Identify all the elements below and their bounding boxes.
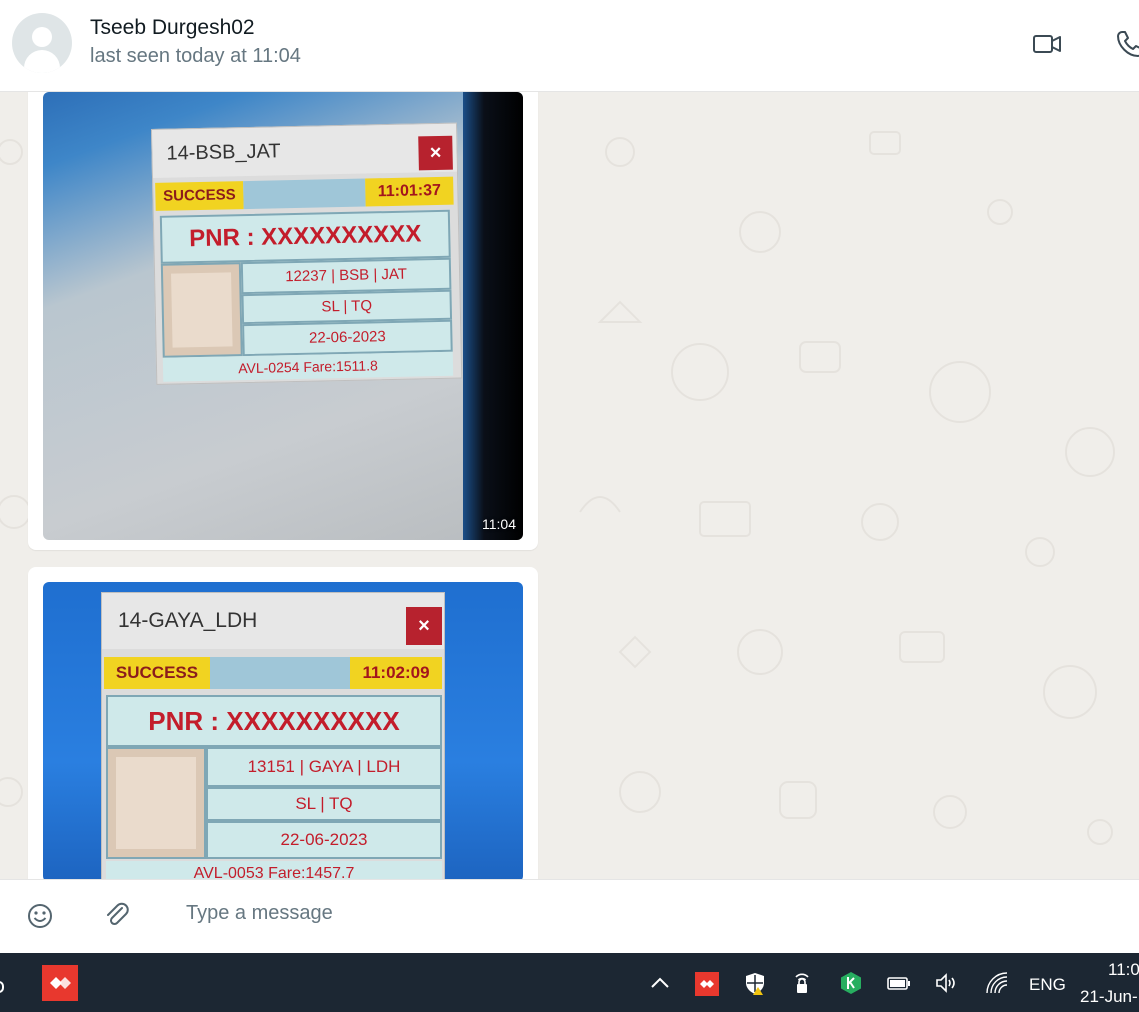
ticket-class-quota: SL | TQ <box>241 289 453 325</box>
attach-icon[interactable] <box>104 902 132 930</box>
language-indicator[interactable]: ENG <box>1029 975 1066 995</box>
ticket-window-title: 14-BSB_JAT <box>152 123 457 178</box>
anydesk-tray-icon[interactable] <box>695 972 719 996</box>
message-timestamp: 11:04 <box>482 516 516 532</box>
avatar-head <box>32 27 52 47</box>
ticket-date: 22-06-2023 <box>242 319 453 357</box>
image-message[interactable]: 14-BSB_JAT × SUCCESS 11:01:37 PNR : XXXX… <box>28 92 538 550</box>
ticket-route: 12237 | BSB | JAT <box>240 257 452 295</box>
anydesk-app-icon[interactable] <box>42 965 78 1001</box>
battery-icon[interactable] <box>887 971 911 995</box>
ticket-time: 11:02:09 <box>350 657 442 689</box>
ticket-fare: AVL-0254 Fare:1511.8 <box>162 351 454 382</box>
wifi-icon[interactable] <box>985 971 1009 995</box>
emoji-icon[interactable] <box>26 902 54 930</box>
ticket-pnr: PNR : XXXXXXXXXX <box>159 209 451 264</box>
image-message[interactable]: 14-GAYA_LDH × SUCCESS 11:02:09 PNR : XXX… <box>28 567 538 879</box>
ticket-close-button: × <box>406 607 442 645</box>
ticket-time: 11:01:37 <box>365 176 454 207</box>
monitor-edge <box>463 92 523 540</box>
contact-name[interactable]: Tseeb Durgesh02 <box>90 16 255 40</box>
voice-call-icon[interactable] <box>1114 28 1139 60</box>
anydesk-logo-icon <box>50 977 71 989</box>
ticket-window: 14-BSB_JAT × SUCCESS 11:01:37 PNR : XXXX… <box>151 122 463 385</box>
ticket-status: SUCCESS <box>155 181 244 211</box>
chat-area[interactable]: 14-BSB_JAT × SUCCESS 11:01:37 PNR : XXXX… <box>0 92 1139 879</box>
security-shield-icon[interactable] <box>743 971 767 995</box>
contact-status: last seen today at 11:04 <box>90 45 301 67</box>
taskbar-edge-icon[interactable] <box>0 981 4 993</box>
ticket-passenger-photo <box>106 747 206 859</box>
vpn-lock-icon[interactable] <box>790 971 814 995</box>
volume-icon[interactable] <box>934 971 958 995</box>
video-call-icon[interactable] <box>1031 28 1063 60</box>
taskbar-clock-time[interactable]: 11:0 <box>1108 960 1139 980</box>
ticket-fare: AVL-0053 Fare:1457.7 <box>106 861 442 879</box>
ticket-window: 14-GAYA_LDH × SUCCESS 11:02:09 PNR : XXX… <box>101 592 445 879</box>
ticket-progress-bar <box>243 178 366 210</box>
windows-taskbar: ENG 11:0 21-Jun- <box>0 953 1139 1012</box>
show-hidden-icon[interactable] <box>648 971 672 995</box>
ticket-window-title: 14-GAYA_LDH <box>102 593 444 649</box>
chat-header: Tseeb Durgesh02 last seen today at 11:04 <box>0 0 1139 92</box>
ticket-photo[interactable]: 14-BSB_JAT × SUCCESS 11:01:37 PNR : XXXX… <box>43 92 523 540</box>
ticket-close-button: × <box>418 135 453 171</box>
ticket-photo[interactable]: 14-GAYA_LDH × SUCCESS 11:02:09 PNR : XXX… <box>43 582 523 879</box>
ticket-class-quota: SL | TQ <box>206 787 442 821</box>
ticket-passenger-photo <box>160 262 243 358</box>
taskbar-clock-date[interactable]: 21-Jun- <box>1080 987 1138 1007</box>
avatar-body <box>24 50 60 73</box>
contact-avatar[interactable] <box>12 13 72 73</box>
kaspersky-icon[interactable] <box>839 971 863 995</box>
compose-bar: Type a message <box>0 879 1139 953</box>
message-input[interactable]: Type a message <box>186 902 333 925</box>
ticket-status: SUCCESS <box>104 657 210 689</box>
ticket-progress-bar <box>210 657 350 689</box>
ticket-date: 22-06-2023 <box>206 821 442 859</box>
ticket-route: 13151 | GAYA | LDH <box>206 747 442 787</box>
ticket-pnr: PNR : XXXXXXXXXX <box>106 695 442 747</box>
